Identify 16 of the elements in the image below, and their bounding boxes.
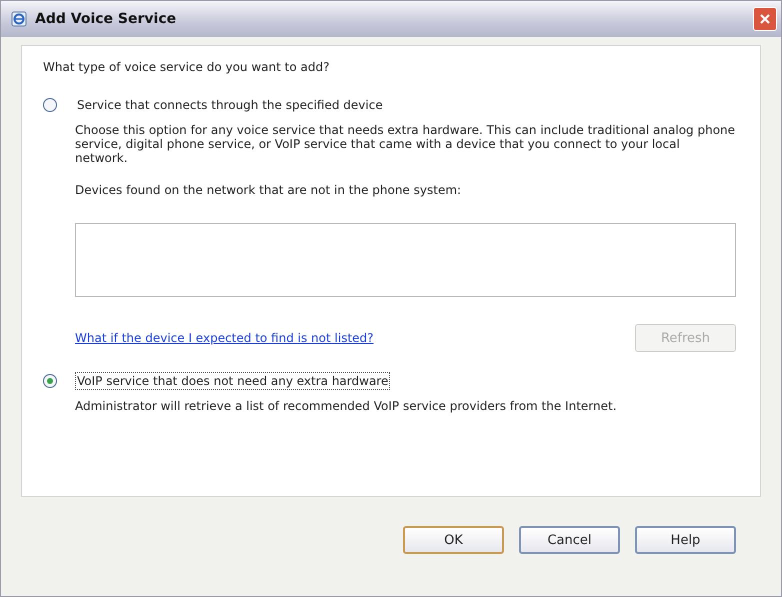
close-button[interactable]	[753, 7, 777, 31]
dialog-button[interactable]: Help	[635, 526, 736, 554]
help-link[interactable]: What if the device I expected to find is not listed?	[75, 331, 374, 346]
window-title: Add Voice Service	[35, 11, 178, 27]
option-description: Administrator will retrieve a list of recommended VoIP service providers from the Internet.	[75, 400, 618, 414]
option-label[interactable]: VoIP service that does not need any extra hardware	[75, 372, 390, 390]
radio-button[interactable]	[43, 98, 57, 112]
app-icon	[11, 11, 27, 27]
dialog-button[interactable]: OK	[403, 526, 504, 554]
question-text: What type of voice service do you want to add?	[43, 60, 330, 74]
dialog-button[interactable]: Cancel	[519, 526, 620, 554]
option-description: Choose this option for any voice service that needs extra hardware. This can include traditional analog phone service, digital phone service, or VoIP service that came with a device that you connect to your local network.	[75, 124, 736, 166]
option-label[interactable]: Service that connects through the specified device	[75, 96, 385, 114]
close-icon	[759, 13, 771, 25]
radio-button[interactable]	[43, 374, 57, 388]
devices-label: Devices found on the network that are not in the phone system:	[75, 183, 462, 198]
